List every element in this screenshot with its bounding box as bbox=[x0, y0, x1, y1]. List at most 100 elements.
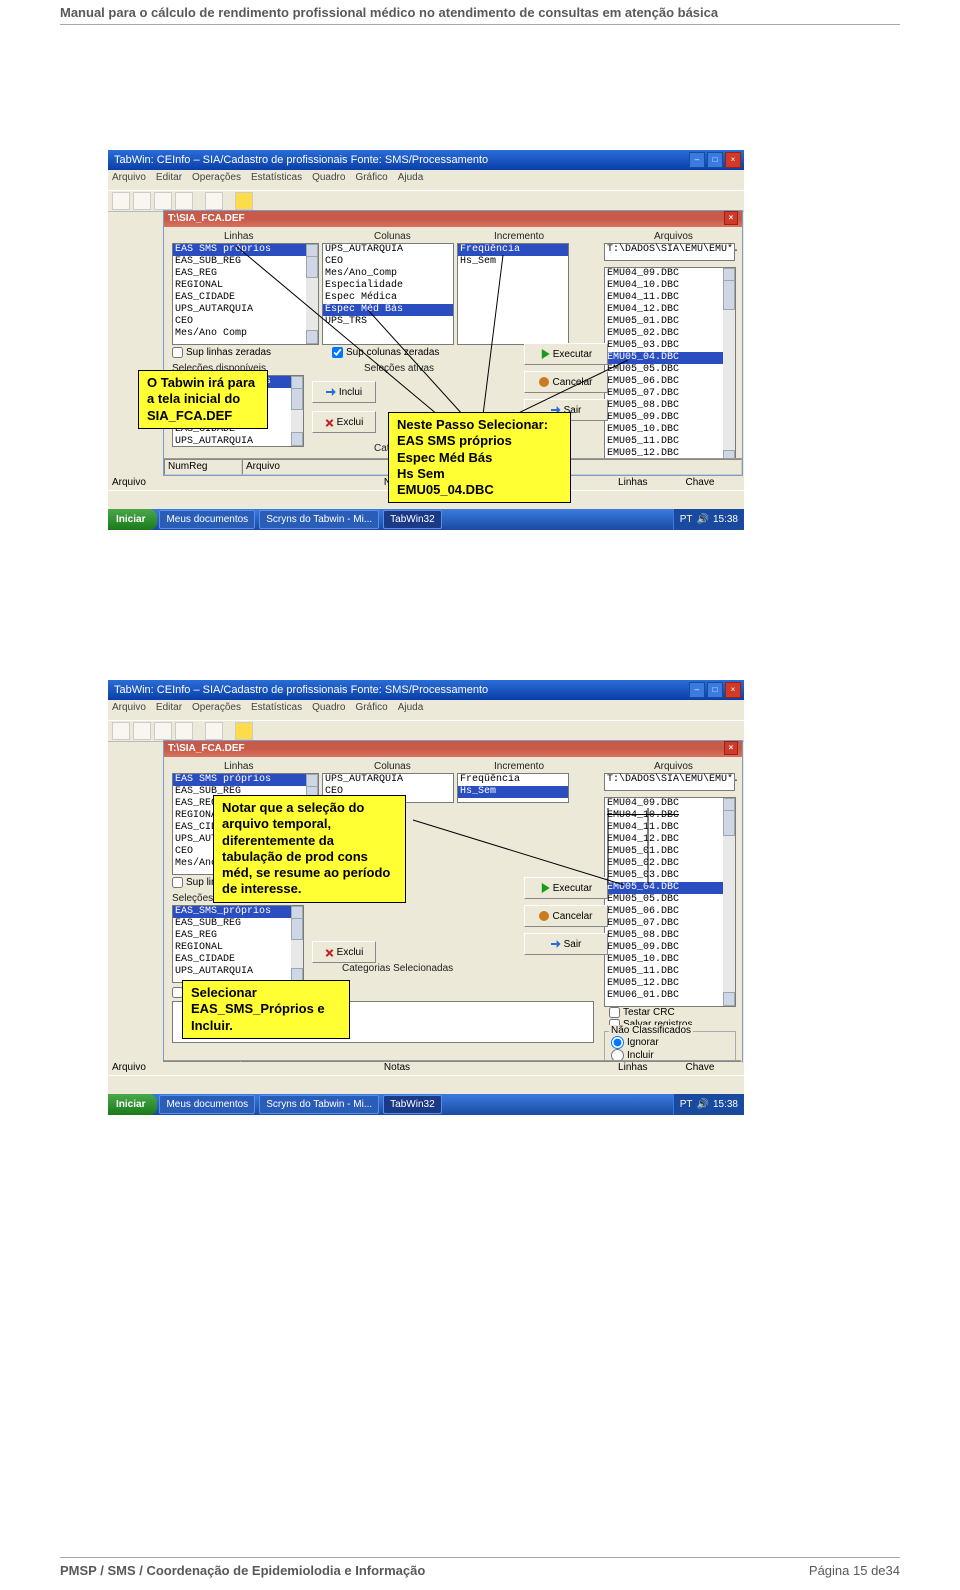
checkbox-sup-colunas[interactable]: Sup colunas zeradas bbox=[332, 347, 439, 358]
toolbar-button[interactable] bbox=[235, 192, 253, 210]
list-item[interactable]: EAS_SMS_próprios bbox=[173, 906, 303, 918]
listbox-arquivos[interactable]: EMU04_09.DBCEMU04_10.DBCEMU04_11.DBCEMU0… bbox=[604, 267, 736, 465]
checkbox-sup-linhas[interactable]: Sup linhas zeradas bbox=[172, 347, 271, 358]
menu-item[interactable]: Editar bbox=[156, 702, 182, 713]
button-exclui[interactable]: Exclui bbox=[312, 941, 376, 963]
menu-item[interactable]: Ajuda bbox=[398, 702, 424, 713]
button-executar[interactable]: Executar bbox=[524, 343, 608, 365]
list-item[interactable]: Mes/Ano Comp bbox=[173, 328, 318, 340]
listbox-linhas[interactable]: EAS SMS própriosEAS_SUB_REGEAS_REGREGION… bbox=[172, 243, 319, 345]
dialog-close-button[interactable]: × bbox=[724, 211, 738, 225]
scrollbar[interactable] bbox=[291, 376, 303, 446]
list-item[interactable]: UPS_AUTARQUIA bbox=[173, 436, 303, 447]
toolbar-button[interactable] bbox=[112, 722, 130, 740]
taskbar-button-docs[interactable]: Meus documentos bbox=[159, 510, 255, 529]
toolbar-button[interactable] bbox=[154, 192, 172, 210]
menu-item[interactable]: Quadro bbox=[312, 172, 345, 183]
menu-item[interactable]: Gráfico bbox=[355, 702, 387, 713]
listbox-selecoes-disponiveis[interactable]: EAS_SMS_própriosEAS_SUB_REGEAS_REGREGION… bbox=[172, 905, 304, 983]
list-item[interactable]: EAS_CIDADE bbox=[173, 954, 303, 966]
button-sair[interactable]: Sair bbox=[524, 933, 608, 955]
menu-item[interactable]: Operações bbox=[192, 172, 241, 183]
minimize-button[interactable]: – bbox=[689, 152, 705, 168]
listbox-incremento[interactable]: FreqüênciaHs_Sem bbox=[457, 773, 569, 803]
window-titlebar[interactable]: TabWin: CEInfo – SIA/Cadastro de profiss… bbox=[108, 680, 744, 700]
menu-item[interactable]: Arquivo bbox=[112, 172, 146, 183]
list-item[interactable]: EMU05_10.DBC bbox=[605, 954, 735, 966]
arquivos-path-input[interactable]: T:\DADOS\SIA\EMU\EMU*. bbox=[604, 243, 735, 261]
toolbar-button[interactable] bbox=[133, 192, 151, 210]
list-item[interactable]: Freqüência bbox=[458, 774, 568, 786]
menu-item[interactable]: Arquivo bbox=[112, 702, 146, 713]
scrollbar[interactable] bbox=[723, 268, 735, 464]
list-item[interactable]: Hs_Sem bbox=[458, 256, 568, 268]
list-item[interactable]: Freqüência bbox=[458, 244, 568, 256]
list-item[interactable]: EAS_CIDADE bbox=[173, 292, 318, 304]
dialog-close-button[interactable]: × bbox=[724, 741, 738, 755]
toolbar-button[interactable] bbox=[175, 722, 193, 740]
list-item[interactable]: EMU06_01.DBC bbox=[605, 990, 735, 1002]
menu-item[interactable]: Ajuda bbox=[398, 172, 424, 183]
list-item[interactable]: EMU05_05.DBC bbox=[605, 364, 735, 376]
list-item[interactable]: EMU04_12.DBC bbox=[605, 834, 735, 846]
taskbar-button-word[interactable]: Scryns do Tabwin - Mi... bbox=[259, 510, 379, 529]
list-item[interactable]: Espec Médica bbox=[323, 292, 453, 304]
radio-ignorar[interactable]: Ignorar bbox=[611, 1036, 659, 1049]
listbox-arquivos[interactable]: EMU04_09.DBCEMU04_10.DBCEMU04_11.DBCEMU0… bbox=[604, 797, 736, 1007]
list-item[interactable]: EMU05_04.DBC bbox=[605, 352, 735, 364]
menu-item[interactable]: Quadro bbox=[312, 702, 345, 713]
list-item[interactable]: EMU05_01.DBC bbox=[605, 846, 735, 858]
list-item[interactable]: EMU05_02.DBC bbox=[605, 858, 735, 870]
listbox-colunas[interactable]: UPS_AUTARQUIACEOMes/Ano_CompEspecialidad… bbox=[322, 243, 454, 345]
minimize-button[interactable]: – bbox=[689, 682, 705, 698]
list-item[interactable]: EMU05_05.DBC bbox=[605, 894, 735, 906]
button-inclui[interactable]: Inclui bbox=[312, 381, 376, 403]
toolbar-button[interactable] bbox=[196, 193, 202, 209]
menu-item[interactable]: Editar bbox=[156, 172, 182, 183]
list-item[interactable]: Especialidade bbox=[323, 280, 453, 292]
menu-item[interactable]: Operações bbox=[192, 702, 241, 713]
toolbar-button[interactable] bbox=[226, 723, 232, 739]
checkbox-testar-crc[interactable]: Testar CRC bbox=[609, 1007, 675, 1018]
list-item[interactable]: Hs_Sem bbox=[458, 786, 568, 798]
list-item[interactable]: EMU05_10.DBC bbox=[605, 424, 735, 436]
scrollbar[interactable] bbox=[723, 798, 735, 1006]
list-item[interactable]: EAS_REG bbox=[173, 268, 318, 280]
toolbar-button[interactable] bbox=[205, 192, 223, 210]
list-item[interactable]: EMU05_06.DBC bbox=[605, 376, 735, 388]
list-item[interactable]: REGIONAL bbox=[173, 942, 303, 954]
dialog-titlebar[interactable]: T:\SIA_FCA.DEF × bbox=[164, 741, 742, 757]
list-item[interactable]: Mes/Ano_Comp bbox=[323, 268, 453, 280]
arquivos-path-input[interactable]: T:\DADOS\SIA\EMU\EMU*. bbox=[604, 773, 735, 791]
list-item[interactable]: EMU04_10.DBC bbox=[605, 280, 735, 292]
list-item[interactable]: EMU05_07.DBC bbox=[605, 388, 735, 400]
list-item[interactable]: EAS SMS próprios bbox=[173, 244, 318, 256]
button-cancelar[interactable]: Cancelar bbox=[524, 905, 608, 927]
list-item[interactable]: EMU04_11.DBC bbox=[605, 822, 735, 834]
toolbar-button[interactable] bbox=[112, 192, 130, 210]
list-item[interactable]: EMU05_01.DBC bbox=[605, 316, 735, 328]
listbox-incremento[interactable]: FreqüênciaHs_Sem bbox=[457, 243, 569, 345]
list-item[interactable]: EMU05_07.DBC bbox=[605, 918, 735, 930]
list-item[interactable]: UPS_AUTARQUIA bbox=[173, 966, 303, 978]
maximize-button[interactable]: □ bbox=[707, 152, 723, 168]
button-executar[interactable]: Executar bbox=[524, 877, 608, 899]
list-item[interactable]: EMU04_09.DBC bbox=[605, 798, 735, 810]
list-item[interactable]: EAS_REG bbox=[173, 930, 303, 942]
toolbar-button[interactable] bbox=[175, 192, 193, 210]
menu-item[interactable]: Estatísticas bbox=[251, 172, 302, 183]
list-item[interactable]: EAS SMS próprios bbox=[173, 774, 318, 786]
taskbar-button-docs[interactable]: Meus documentos bbox=[159, 1095, 255, 1114]
system-tray[interactable]: PT 🔊 15:38 bbox=[673, 1094, 744, 1115]
list-item[interactable]: CEO bbox=[323, 256, 453, 268]
start-button[interactable]: Iniciar bbox=[108, 1094, 157, 1115]
maximize-button[interactable]: □ bbox=[707, 682, 723, 698]
list-item[interactable]: EMU04_10.DBC bbox=[605, 810, 735, 822]
list-item[interactable]: EMU05_12.DBC bbox=[605, 978, 735, 990]
menu-item[interactable]: Estatísticas bbox=[251, 702, 302, 713]
list-item[interactable]: EMU05_08.DBC bbox=[605, 930, 735, 942]
toolbar-button[interactable] bbox=[133, 722, 151, 740]
list-item[interactable]: Espec Méd Bás bbox=[323, 304, 453, 316]
tray-icon[interactable]: 🔊 bbox=[697, 514, 709, 525]
taskbar-button-tabwin[interactable]: TabWin32 bbox=[383, 1095, 441, 1114]
